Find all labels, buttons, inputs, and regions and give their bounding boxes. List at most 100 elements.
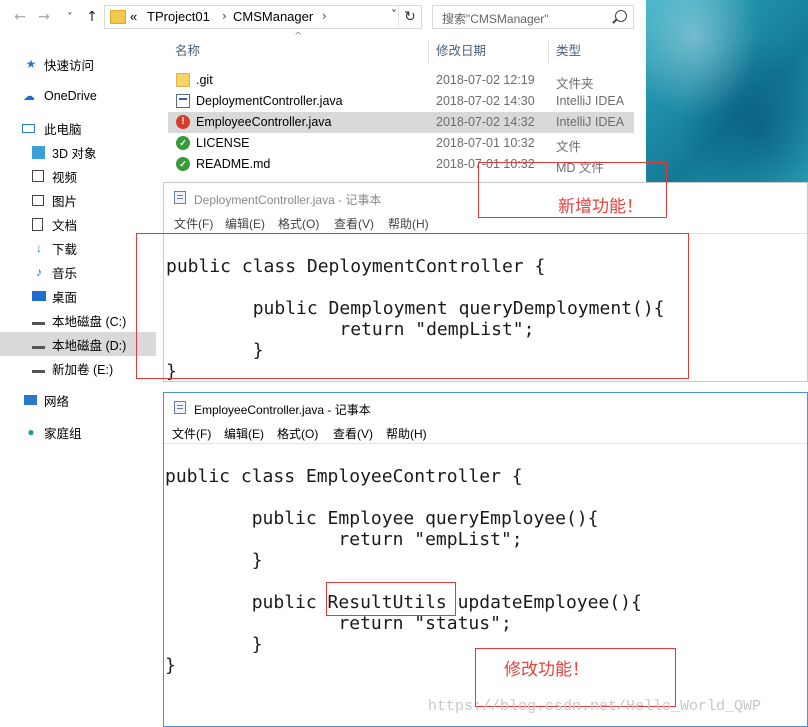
column-header-name[interactable]: 名称 [175,40,200,62]
file-name: .git [196,73,213,87]
sidebar-item-desktop[interactable]: 桌面 [0,284,156,308]
file-row-deploymentcontroller[interactable]: DeploymentController.java 2018-07-02 14:… [168,91,634,112]
ok-icon: ✓ [176,157,190,171]
video-icon [32,170,44,182]
navigation-bar: ← → ˅ ↑ « TProject01 › CMSManager › ˅ ↻ … [0,0,646,36]
chevron-right-icon[interactable]: › [222,9,227,23]
sidebar-item-label: 家庭组 [44,426,82,441]
file-name: DeploymentController.java [196,94,343,108]
window-title: EmployeeController.java - 记事本 [194,403,371,417]
chevron-right-icon[interactable]: › [322,9,327,23]
file-type: 文件夹 [556,77,594,91]
sidebar-item-label: 下载 [52,242,78,257]
file-date: 2018-07-02 14:30 [436,94,535,108]
code-line: return "status"; [165,613,512,634]
file-row-git[interactable]: .git 2018-07-02 12:19 文件夹 [168,70,634,91]
search-placeholder: 搜索"CMSManager" [442,12,549,26]
notepad-icon [174,191,186,204]
star-icon: ★ [25,57,37,71]
sidebar-item-label: 音乐 [52,266,78,281]
recent-dropdown-icon[interactable]: ˅ [60,6,80,28]
document-icon [32,217,43,231]
sidebar-item-label: 视频 [52,170,78,185]
menu-file[interactable]: 文件(F) [174,215,213,232]
breadcrumb-tproject01[interactable]: TProject01 [147,9,210,24]
sort-ascending-icon: ^ [294,31,303,42]
menu-view[interactable]: 查看(V) [333,425,373,442]
file-name: EmployeeController.java [196,115,332,129]
file-date: 2018-07-02 14:32 [436,115,535,129]
window-title: DeploymentController.java - 记事本 [194,193,382,207]
sidebar-item-drive-c[interactable]: 本地磁盘 (C:) [0,308,156,332]
file-row-employeecontroller[interactable]: ! EmployeeController.java 2018-07-02 14:… [168,112,634,133]
menu-file[interactable]: 文件(F) [172,425,211,442]
sidebar-item-label: 3D 对象 [52,146,97,161]
back-arrow-icon[interactable]: ← [10,6,30,28]
search-icon[interactable] [615,10,627,22]
sidebar-item-drive-d[interactable]: 本地磁盘 (D:) [0,332,156,356]
search-box[interactable]: 搜索"CMSManager" [432,5,634,29]
sidebar-item-label: OneDrive [44,89,97,103]
folder-icon [110,10,126,24]
sidebar-item-documents[interactable]: 文档 [0,212,156,236]
file-type: 文件 [556,140,582,154]
window-title-bar[interactable]: EmployeeController.java - 记事本 [164,393,807,423]
highlight-box-deployment-code [136,233,689,379]
menu-edit[interactable]: 编辑(E) [225,215,265,232]
chevron-down-icon[interactable]: ˅ [391,8,397,22]
sidebar-item-this-pc[interactable]: 此电脑 [0,116,156,140]
menu-format[interactable]: 格式(O) [277,425,318,442]
homegroup-icon: ● [27,425,35,439]
menu-format[interactable]: 格式(O) [278,215,319,232]
drive-icon [32,316,45,325]
code-line: } [165,634,263,655]
code-line: } [165,655,176,676]
sidebar-item-label: 本地磁盘 (C:) [52,314,127,329]
picture-icon [32,194,44,206]
up-arrow-icon[interactable]: ↑ [82,6,102,28]
sidebar-item-label: 桌面 [52,290,78,305]
sidebar-item-drive-e[interactable]: 新加卷 (E:) [0,356,156,380]
menu-edit[interactable]: 编辑(E) [224,425,264,442]
address-bar[interactable]: « TProject01 › CMSManager › ˅ ↻ [104,5,422,29]
menu-help[interactable]: 帮助(H) [388,215,429,232]
column-header-date[interactable]: 修改日期 [436,40,486,62]
column-divider[interactable] [548,40,549,64]
menu-view[interactable]: 查看(V) [334,215,374,232]
sidebar-item-videos[interactable]: 视频 [0,164,156,188]
sidebar-item-label: 快速访问 [44,58,95,73]
sidebar-item-label: 文档 [52,218,78,233]
sidebar-item-homegroup[interactable]: ● 家庭组 [0,420,156,444]
code-line: public class EmployeeController { [165,466,523,487]
refresh-icon[interactable]: ↻ [398,6,421,28]
code-line: } [165,550,263,571]
sidebar-item-quick-access[interactable]: ★ 快速访问 [0,52,156,76]
sidebar-item-network[interactable]: 网络 [0,388,156,412]
menu-help[interactable]: 帮助(H) [386,425,427,442]
computer-icon [22,123,35,133]
breadcrumb-cmsmanager[interactable]: CMSManager [233,9,313,24]
annotation-modified-feature: 修改功能！ [504,660,589,680]
drive-icon [32,340,45,349]
drive-icon [32,364,45,373]
cube-icon [32,145,45,159]
file-name: LICENSE [196,136,250,150]
column-header-type[interactable]: 类型 [556,40,581,62]
sidebar-item-music[interactable]: ♪ 音乐 [0,260,156,284]
column-divider[interactable] [428,40,429,64]
forward-arrow-icon[interactable]: → [34,6,54,28]
folder-icon [176,73,190,87]
ok-icon: ✓ [176,136,190,150]
highlight-box-resultutils [326,582,456,616]
menu-bar: 文件(F) 编辑(E) 格式(O) 查看(V) 帮助(H) [164,423,807,444]
sidebar-item-3d-objects[interactable]: 3D 对象 [0,140,156,164]
download-icon: ↓ [36,241,42,255]
sidebar-item-pictures[interactable]: 图片 [0,188,156,212]
file-type: IntelliJ IDEA [556,115,625,129]
file-row-license[interactable]: ✓ LICENSE 2018-07-01 10:32 文件 [168,133,634,154]
code-line: public Employee queryEmployee(){ [165,508,599,529]
java-file-icon [176,94,190,108]
breadcrumb-overflow[interactable]: « [130,9,137,24]
sidebar-item-downloads[interactable]: ↓ 下载 [0,236,156,260]
sidebar-item-onedrive[interactable]: ☁ OneDrive [0,84,156,108]
